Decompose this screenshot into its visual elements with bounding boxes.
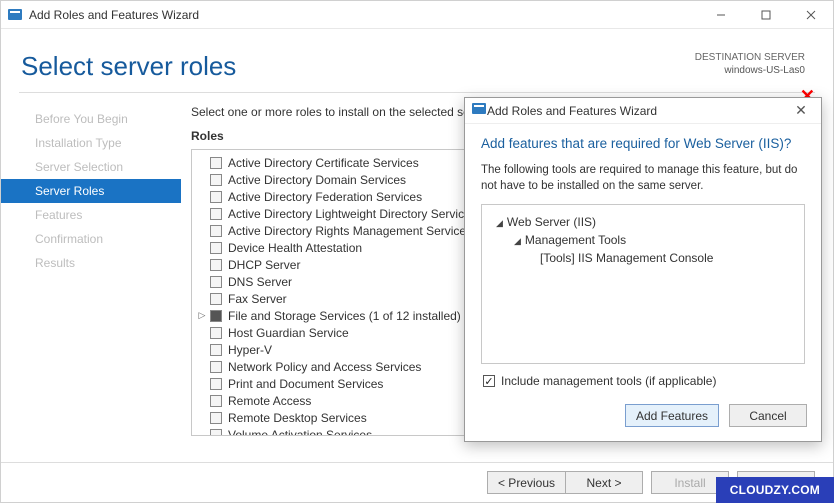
next-button[interactable]: Next > [565,471,643,494]
include-tools-checkbox[interactable]: ✓ [483,375,495,387]
role-name: Network Policy and Access Services [228,360,421,374]
role-name: Active Directory Lightweight Directory S… [228,207,477,221]
role-checkbox[interactable] [210,395,222,407]
expander-icon: ◢ [496,218,503,228]
dialog-close-button[interactable]: ✕ [787,102,815,119]
role-checkbox[interactable] [210,327,222,339]
dialog-title: Add Roles and Features Wizard [487,104,657,118]
destination-block: DESTINATION SERVER windows-US-Las0 [695,51,805,77]
nav-step[interactable]: Server Roles [1,179,181,203]
nav-step[interactable]: Results [1,251,181,275]
role-checkbox[interactable] [210,276,222,288]
role-name: Active Directory Federation Services [228,190,422,204]
role-name: Remote Desktop Services [228,411,367,425]
nav-step[interactable]: Features [1,203,181,227]
nav-steps: Before You BeginInstallation TypeServer … [1,93,181,436]
dialog-titlebar: Add Roles and Features Wizard ✕ [465,98,821,124]
nav-step[interactable]: Installation Type [1,131,181,155]
add-features-dialog: Add Roles and Features Wizard ✕ Add feat… [464,97,822,442]
watermark: CLOUDZY.COM [716,477,834,503]
dialog-heading: Add features that are required for Web S… [481,136,805,151]
feature-node: [Tools] IIS Management Console [492,249,794,267]
role-name: Hyper-V [228,343,272,357]
nav-step[interactable]: Server Selection [1,155,181,179]
role-checkbox[interactable] [210,208,222,220]
role-name: DHCP Server [228,258,300,272]
page-title: Select server roles [21,51,236,82]
role-name: Print and Document Services [228,377,383,391]
window-controls [698,1,833,29]
role-checkbox[interactable] [210,310,222,322]
role-name: Fax Server [228,292,287,306]
include-tools-label: Include management tools (if applicable) [501,374,716,388]
role-name: Host Guardian Service [228,326,349,340]
role-name: DNS Server [228,275,292,289]
destination-label: DESTINATION SERVER [695,51,805,64]
role-name: File and Storage Services (1 of 12 insta… [228,309,461,323]
add-features-button[interactable]: Add Features [625,404,719,427]
role-checkbox[interactable] [210,412,222,424]
expander-icon[interactable]: ▷ [197,310,207,321]
app-icon [7,7,23,23]
dialog-buttons: Add Features Cancel [465,404,821,441]
nav-step[interactable]: Confirmation [1,227,181,251]
role-checkbox[interactable] [210,259,222,271]
dialog-cancel-button[interactable]: Cancel [729,404,807,427]
role-checkbox[interactable] [210,361,222,373]
feature-node: ◢Management Tools [492,231,794,249]
footer: < Previous Next > Install Cancel [1,462,833,502]
role-name: Volume Activation Services [228,428,372,437]
role-checkbox[interactable] [210,378,222,390]
nav-step[interactable]: Before You Begin [1,107,181,131]
role-name: Device Health Attestation [228,241,362,255]
role-checkbox[interactable] [210,293,222,305]
include-tools-option[interactable]: ✓ Include management tools (if applicabl… [483,374,805,388]
feature-node: ◢Web Server (IIS) [492,213,794,231]
role-checkbox[interactable] [210,429,222,437]
role-name: Active Directory Rights Management Servi… [228,224,472,238]
header: Select server roles DESTINATION SERVER w… [1,29,833,92]
titlebar: Add Roles and Features Wizard [1,1,833,29]
role-name: Active Directory Certificate Services [228,156,419,170]
nav-button-group: < Previous Next > [487,471,643,494]
previous-button[interactable]: < Previous [487,471,565,494]
maximize-button[interactable] [743,1,788,29]
role-checkbox[interactable] [210,174,222,186]
minimize-button[interactable] [698,1,743,29]
app-icon [471,101,487,120]
close-button[interactable] [788,1,833,29]
expander-icon: ◢ [514,236,521,246]
role-name: Remote Access [228,394,311,408]
role-checkbox[interactable] [210,225,222,237]
dialog-description: The following tools are required to mana… [481,163,805,194]
role-checkbox[interactable] [210,191,222,203]
destination-value: windows-US-Las0 [695,64,805,77]
features-tree: ◢Web Server (IIS) ◢Management Tools [Too… [481,204,805,364]
role-name: Active Directory Domain Services [228,173,406,187]
role-checkbox[interactable] [210,157,222,169]
window-title: Add Roles and Features Wizard [29,8,199,22]
role-checkbox[interactable] [210,344,222,356]
dialog-body: Add features that are required for Web S… [465,124,821,404]
role-checkbox[interactable] [210,242,222,254]
